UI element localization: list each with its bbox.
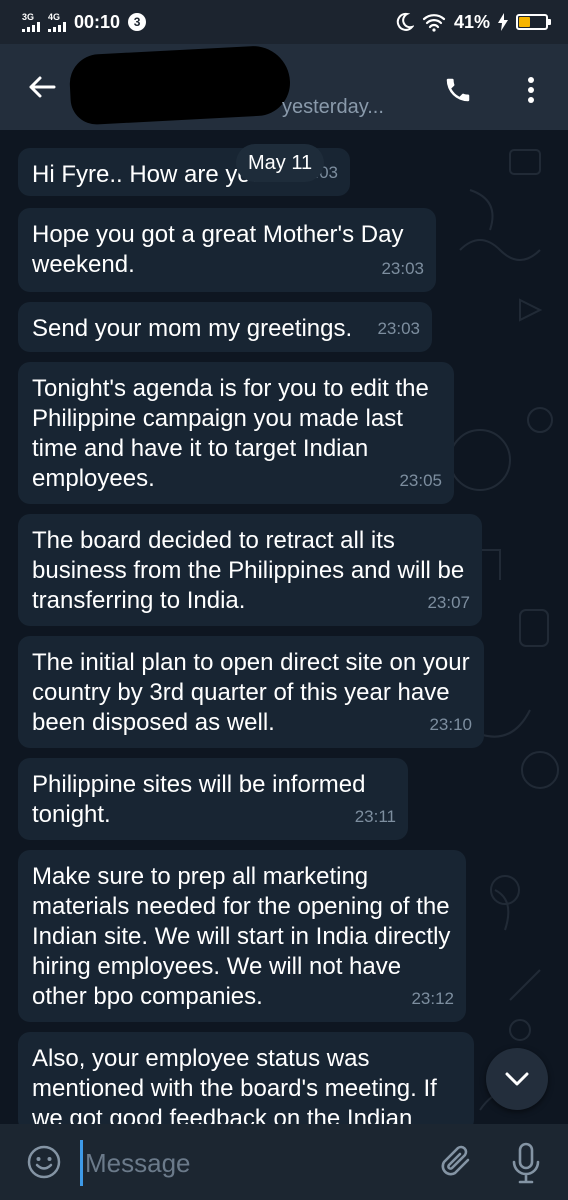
back-button[interactable] [18, 63, 66, 111]
message-timestamp: 23:05 [399, 471, 442, 490]
message-text: Also, your employee status was mentioned… [32, 1045, 437, 1124]
wifi-icon [422, 14, 446, 32]
message-bubble[interactable]: Tonight's agenda is for you to edit the … [18, 362, 454, 504]
chevron-down-icon [505, 1072, 529, 1086]
microphone-icon[interactable] [510, 1142, 542, 1184]
message-bubble[interactable]: Also, your employee status was mentioned… [18, 1032, 474, 1124]
message-bubble[interactable]: Send your mom my greetings. 23:03 [18, 302, 432, 352]
message-timestamp: 23:07 [427, 593, 470, 612]
message-bubble[interactable]: Make sure to prep all marketing material… [18, 850, 466, 1022]
message-text: Tonight's agenda is for you to edit the … [32, 375, 429, 492]
message-bubble[interactable]: Hope you got a great Mother's Day weeken… [18, 208, 436, 292]
message-bubble[interactable]: The initial plan to open direct site on … [18, 636, 484, 748]
message-bubble[interactable]: The board decided to retract all its bus… [18, 514, 482, 626]
status-right: 41% [394, 11, 551, 33]
network-indicator-3g: 3G [22, 11, 40, 32]
message-text: Hope you got a great Mother's Day weeken… [32, 221, 404, 278]
date-divider: May 11 [236, 144, 325, 182]
paperclip-icon[interactable] [438, 1142, 476, 1182]
network-type-label: 3G [22, 11, 35, 22]
message-text: Philippine sites will be informed tonigh… [32, 771, 366, 828]
more-options-button[interactable] [514, 68, 548, 112]
chat-header: yesterday... [0, 44, 568, 130]
message-text: The board decided to retract all its bus… [32, 527, 465, 614]
message-list[interactable]: Hi Fyre.. How are you?23:03Hope you got … [0, 130, 568, 1124]
status-left: 3G 4G 00:10 3 [22, 11, 147, 33]
phone-icon [446, 78, 470, 102]
call-button[interactable] [436, 68, 480, 112]
message-timestamp: 23:03 [377, 319, 420, 338]
message-timestamp: 23:10 [429, 715, 472, 734]
network-type-label: 4G [48, 11, 61, 22]
redacted-contact-name [68, 44, 292, 126]
status-bar: 3G 4G 00:10 3 41% [0, 0, 568, 44]
notification-count-badge: 3 [128, 13, 147, 31]
message-timestamp: 23:03 [381, 259, 424, 278]
charging-bolt-icon [498, 13, 508, 31]
signal-bars-icon [48, 21, 66, 32]
message-text: The initial plan to open direct site on … [32, 649, 470, 736]
message-timestamp: 23:11 [354, 807, 396, 826]
battery-icon [516, 14, 551, 30]
clock: 00:10 [74, 11, 121, 32]
last-seen-status: yesterday... [282, 96, 384, 118]
message-input[interactable] [80, 1140, 417, 1186]
message-text: Send your mom my greetings. [32, 315, 353, 342]
scroll-to-bottom-button[interactable] [486, 1048, 548, 1110]
more-vertical-icon [528, 77, 534, 103]
signal-bars-icon [22, 21, 40, 32]
arrow-left-icon [29, 76, 56, 98]
moon-icon [396, 12, 414, 31]
battery-percent: 41% [453, 11, 490, 32]
message-text: Make sure to prep all marketing material… [32, 863, 451, 1010]
composer-bar [0, 1124, 568, 1200]
network-indicator-4g: 4G [48, 11, 66, 32]
battery-level-fill [519, 17, 530, 27]
message-timestamp: 23:12 [411, 989, 454, 1008]
emoji-icon[interactable] [26, 1144, 62, 1180]
message-bubble[interactable]: Philippine sites will be informed tonigh… [18, 758, 408, 840]
